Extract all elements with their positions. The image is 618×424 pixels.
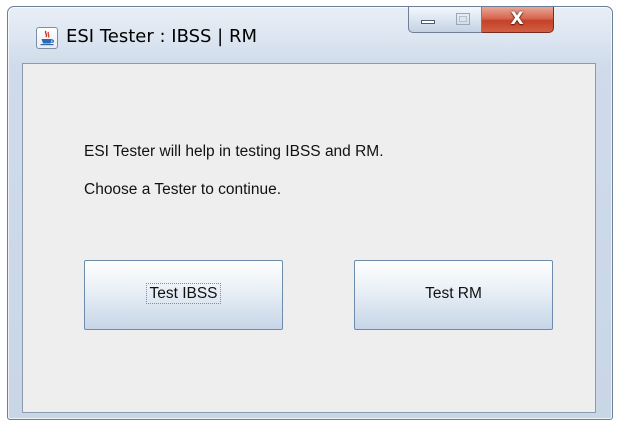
test-ibss-button[interactable]: Test IBSS — [84, 260, 283, 330]
close-icon: X — [510, 9, 524, 29]
test-rm-label: Test RM — [425, 285, 482, 302]
java-cup-icon[interactable] — [36, 27, 58, 49]
test-ibss-label-text: Test IBSS — [146, 283, 221, 304]
close-button[interactable]: X — [482, 7, 554, 33]
maximize-button[interactable] — [445, 7, 482, 33]
window-title: ESI Tester : IBSS | RM — [66, 26, 257, 47]
test-ibss-label: Test IBSS — [85, 283, 282, 304]
test-rm-button[interactable]: Test RM — [354, 260, 553, 330]
minimize-button[interactable] — [408, 7, 446, 33]
title-bar[interactable]: ESI Tester : IBSS | RM X — [8, 7, 612, 63]
maximize-icon — [456, 13, 470, 25]
app-window: ESI Tester : IBSS | RM X ESI Tester will… — [7, 6, 613, 420]
instruction-text: Choose a Tester to continue. — [84, 181, 282, 198]
content-panel: ESI Tester will help in testing IBSS and… — [22, 63, 596, 413]
java-cup-glyph — [40, 30, 55, 46]
minimize-icon — [421, 20, 435, 24]
description-text: ESI Tester will help in testing IBSS and… — [84, 143, 384, 160]
